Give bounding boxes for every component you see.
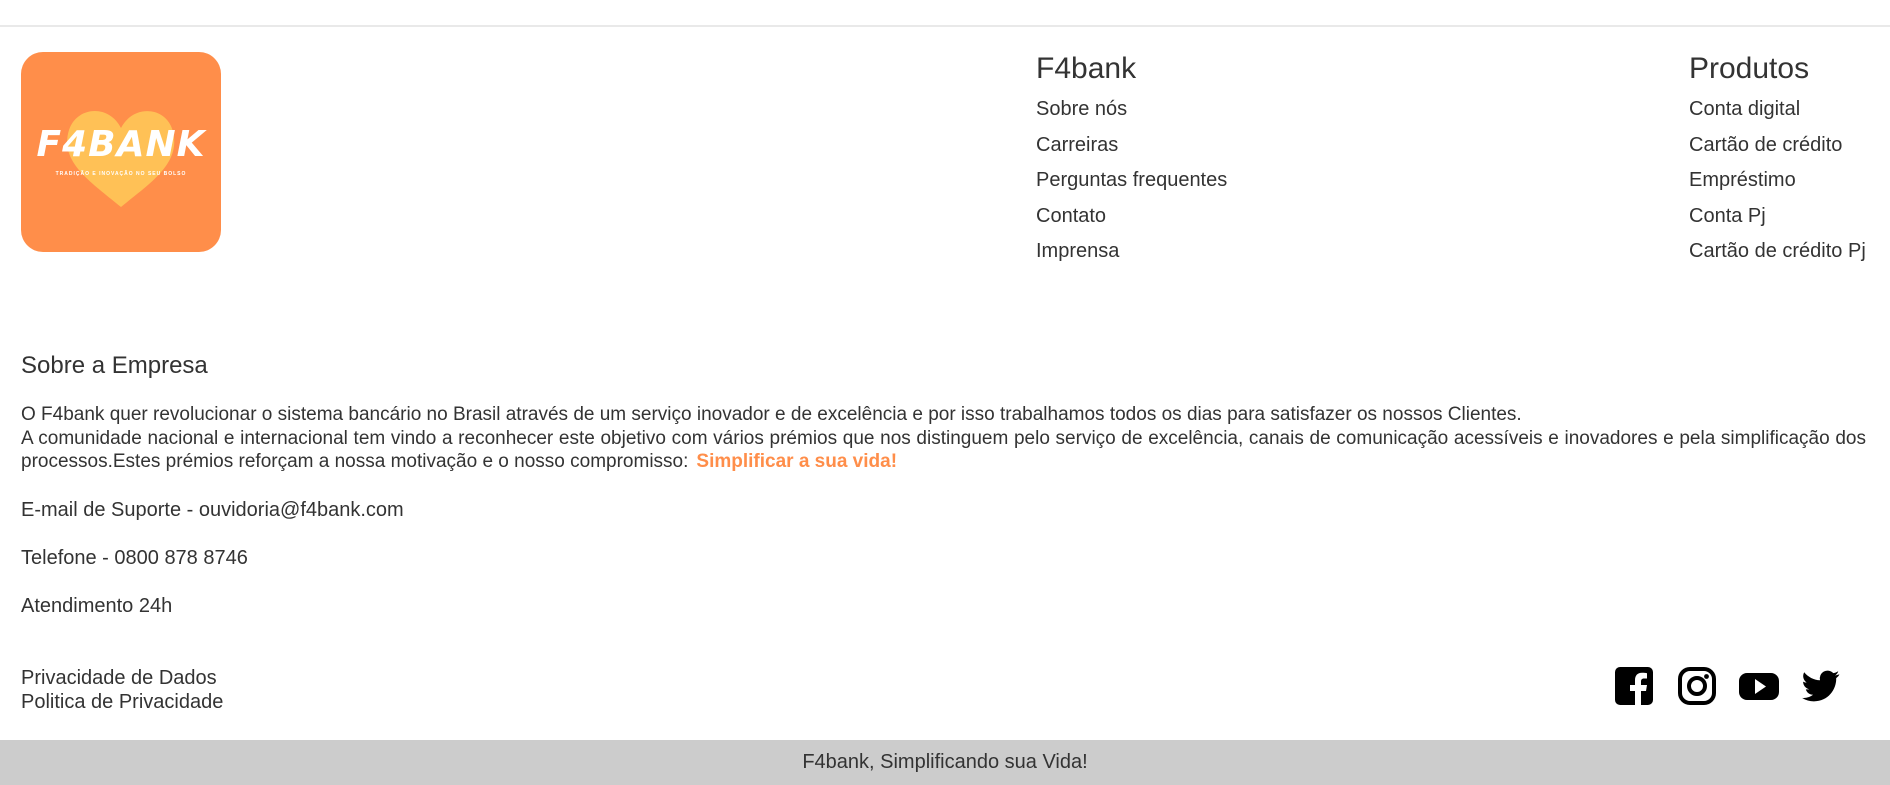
about-description: O F4bank quer revolucionar o sistema ban… [21,403,1866,474]
support-email: E-mail de Suporte - ouvidoria@f4bank.com [21,499,404,521]
logo-tagline: TRADIÇÃO E INOVAÇÃO NO SEU BOLSO [55,171,187,177]
footer-bar: F4bank, Simplificando sua Vida! [0,740,1890,785]
facebook-icon[interactable] [1615,667,1653,707]
link-contato[interactable]: Contato [1036,199,1227,235]
about-title: Sobre a Empresa [21,352,208,379]
link-conta-digital[interactable]: Conta digital [1689,92,1866,128]
f4bank-logo[interactable]: F4BANK TRADIÇÃO E INOVAÇÃO NO SEU BOLSO [21,52,221,252]
link-perguntas-frequentes[interactable]: Perguntas frequentes [1036,163,1227,199]
link-emprestimo[interactable]: Empréstimo [1689,163,1866,199]
link-conta-pj[interactable]: Conta Pj [1689,199,1866,235]
support-phone: Telefone - 0800 878 8746 [21,547,248,569]
link-cartao-de-credito-pj[interactable]: Cartão de crédito Pj [1689,234,1866,270]
footer-column-f4bank: F4bank Sobre nós Carreiras Perguntas fre… [1036,52,1227,270]
twitter-icon[interactable] [1802,667,1840,707]
link-politica-de-privacidade[interactable]: Politica de Privacidade [21,691,223,715]
support-hours: Atendimento 24h [21,595,173,617]
link-imprensa[interactable]: Imprensa [1036,234,1227,270]
logo-wordmark: F4BANK [36,124,206,165]
about-highlight: Simplificar a sua vida! [696,451,898,472]
youtube-icon[interactable] [1739,667,1779,707]
about-line-2: A comunidade nacional e internacional te… [21,427,1866,473]
instagram-icon[interactable] [1678,667,1716,707]
about-section: Sobre a Empresa O F4bank quer revolucion… [21,350,1866,474]
link-privacidade-de-dados[interactable]: Privacidade de Dados [21,667,223,691]
column-title-f4bank: F4bank [1036,52,1137,85]
column-title-produtos: Produtos [1689,52,1810,85]
about-line-1: O F4bank quer revolucionar o sistema ban… [21,404,1522,425]
footer-column-produtos: Produtos Conta digital Cartão de crédito… [1689,52,1866,270]
link-carreiras[interactable]: Carreiras [1036,128,1227,164]
link-cartao-de-credito[interactable]: Cartão de crédito [1689,128,1866,164]
link-sobre-nos[interactable]: Sobre nós [1036,92,1227,128]
top-divider [0,25,1890,27]
legal-links: Privacidade de Dados Politica de Privaci… [21,667,223,714]
